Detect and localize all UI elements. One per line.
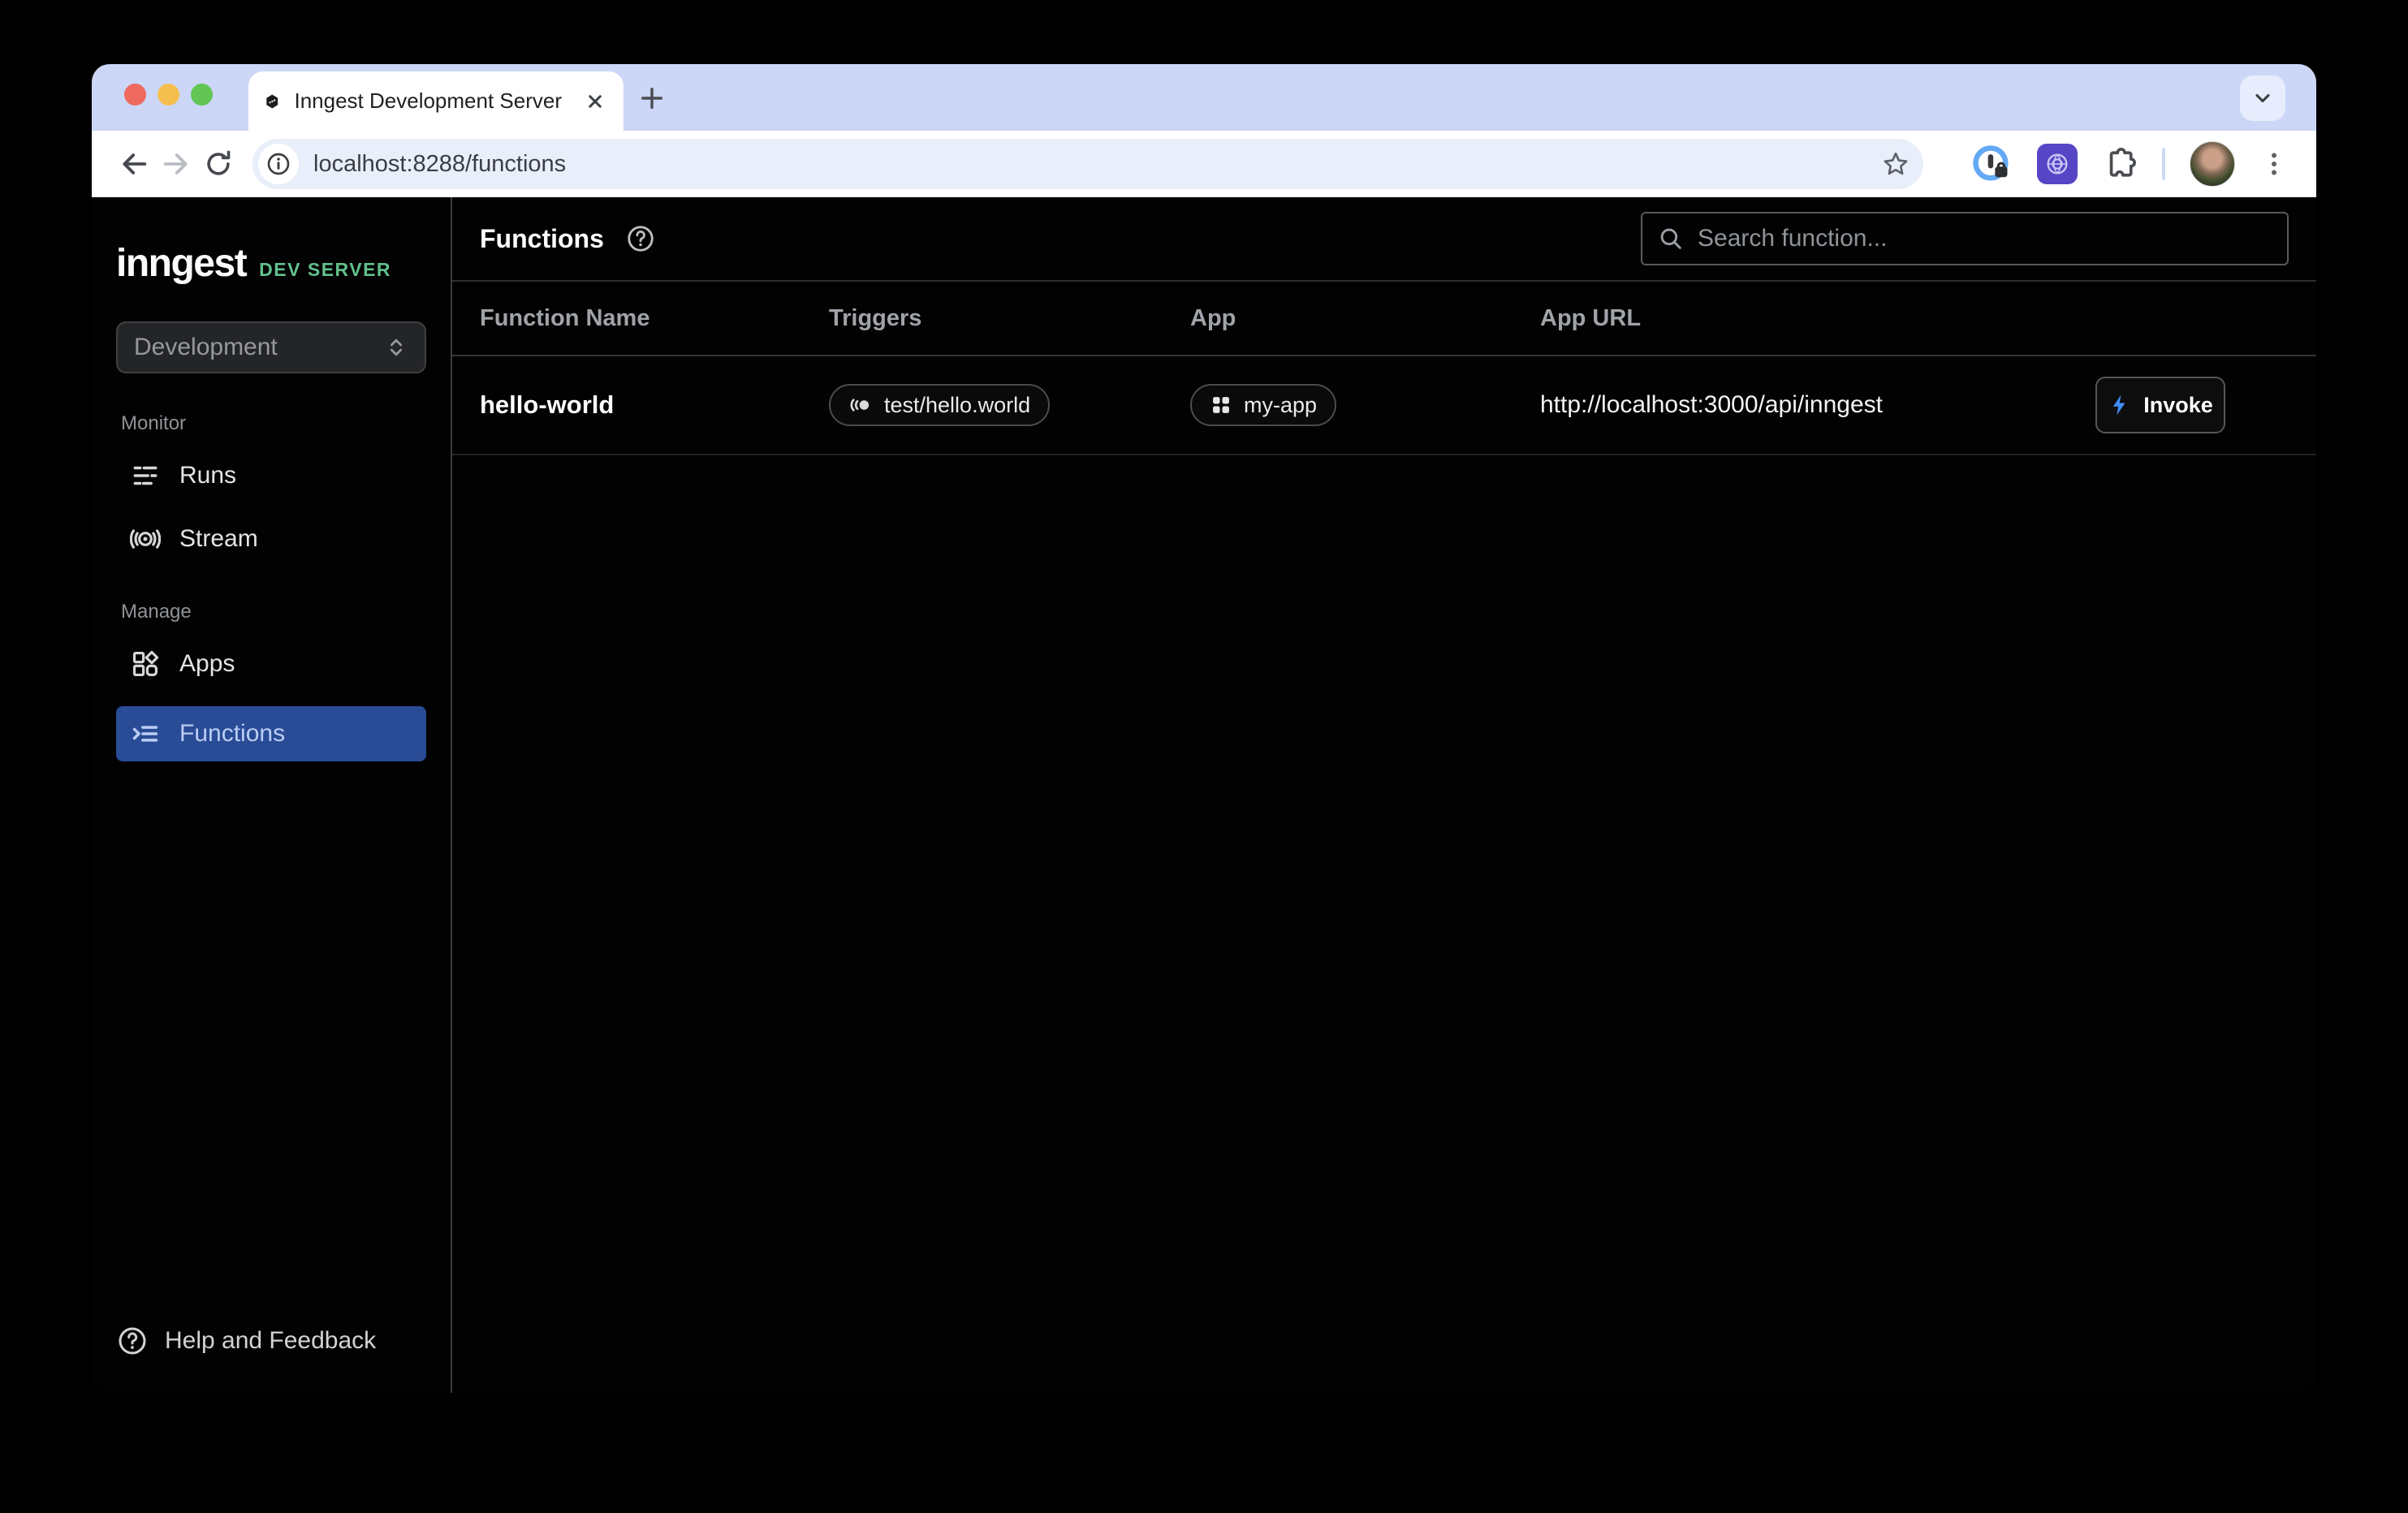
sidebar-item-label: Apps <box>179 650 235 678</box>
function-name-cell[interactable]: hello-world <box>480 390 829 420</box>
reload-button[interactable] <box>197 143 240 185</box>
column-triggers: Triggers <box>829 305 1190 332</box>
triggers-cell: test/hello.world <box>829 384 1190 426</box>
sidebar-item-label: Stream <box>179 525 258 553</box>
environment-selector[interactable]: Development <box>116 321 426 373</box>
functions-icon <box>129 718 162 749</box>
sidebar-item-runs[interactable]: Runs <box>116 453 426 498</box>
runs-icon <box>129 460 162 491</box>
trigger-badge-label: test/hello.world <box>884 393 1030 418</box>
toolbar-extensions <box>1970 141 2295 187</box>
password-manager-extension-icon[interactable] <box>1970 143 2013 185</box>
environment-selector-value: Development <box>134 334 278 361</box>
tab-title: Inngest Development Server <box>294 88 562 114</box>
toolbar-separator <box>2162 148 2165 180</box>
close-window-button[interactable] <box>124 84 146 106</box>
event-trigger-icon <box>848 393 873 417</box>
app-badge-label: my-app <box>1244 393 1317 418</box>
app-url-cell: http://localhost:3000/api/inngest <box>1540 391 2095 419</box>
page-title: Functions <box>480 224 604 254</box>
sidebar: inngest DEV SERVER Development Monitor R… <box>92 197 452 1393</box>
sidebar-item-functions[interactable]: Functions <box>116 706 426 761</box>
invoke-button[interactable]: Invoke <box>2095 377 2225 433</box>
invoke-button-label: Invoke <box>2143 393 2213 418</box>
minimize-window-button[interactable] <box>158 84 179 106</box>
help-icon <box>116 1325 149 1357</box>
apps-icon <box>129 649 162 679</box>
browser-toolbar: localhost:8288/functions <box>92 131 2316 197</box>
main-content: Functions Function Name Triggers App App… <box>452 197 2316 1393</box>
address-bar[interactable]: localhost:8288/functions <box>252 139 1923 189</box>
table-header: Function Name Triggers App App URL <box>452 282 2316 356</box>
inngest-wordmark: inngest <box>116 241 246 286</box>
browser-tab[interactable]: Inngest Development Server <box>248 71 624 131</box>
search-function-box[interactable] <box>1641 212 2289 265</box>
new-tab-button[interactable] <box>634 80 670 116</box>
search-input[interactable] <box>1698 225 2272 252</box>
app-cell: my-app <box>1190 384 1540 426</box>
column-app: App <box>1190 305 1540 332</box>
help-and-feedback-label: Help and Feedback <box>165 1327 376 1355</box>
bookmark-star-icon[interactable] <box>1881 149 1910 179</box>
sidebar-item-stream[interactable]: Stream <box>116 516 426 562</box>
sidebar-section-manage: Manage <box>116 601 426 623</box>
inngest-favicon-icon <box>265 84 279 119</box>
window-controls <box>124 84 213 106</box>
profile-avatar[interactable] <box>2190 141 2235 187</box>
forward-button[interactable] <box>155 143 197 185</box>
sidebar-item-label: Runs <box>179 462 236 489</box>
purple-extension-icon[interactable] <box>2037 144 2078 184</box>
inngest-dev-server-page: inngest DEV SERVER Development Monitor R… <box>92 197 2316 1393</box>
sidebar-item-label: Functions <box>179 720 285 748</box>
tab-strip: Inngest Development Server <box>92 64 2316 131</box>
extensions-puzzle-icon[interactable] <box>2102 146 2138 182</box>
logo: inngest DEV SERVER <box>116 241 426 286</box>
browser-menu-dots-icon[interactable] <box>2259 149 2289 179</box>
back-button[interactable] <box>113 143 155 185</box>
browser-window: Inngest Development Server localhost:828… <box>92 64 2316 1393</box>
help-icon[interactable] <box>625 223 656 254</box>
stream-icon <box>129 524 162 554</box>
bolt-icon <box>2108 393 2132 417</box>
url-text: localhost:8288/functions <box>313 151 566 178</box>
tab-close-icon[interactable] <box>583 89 607 114</box>
app-badge[interactable]: my-app <box>1190 384 1336 426</box>
main-header: Functions <box>452 197 2316 282</box>
trigger-badge[interactable]: test/hello.world <box>829 384 1050 426</box>
column-app-url: App URL <box>1540 305 2289 332</box>
search-icon <box>1657 225 1685 252</box>
site-info-icon[interactable] <box>258 144 299 184</box>
zoom-window-button[interactable] <box>191 84 213 106</box>
app-grid-icon <box>1210 394 1232 416</box>
tab-search-chevron-button[interactable] <box>2240 75 2285 121</box>
dev-server-badge: DEV SERVER <box>259 259 391 281</box>
sidebar-section-monitor: Monitor <box>116 412 426 435</box>
sidebar-item-apps[interactable]: Apps <box>116 641 426 687</box>
chevron-updown-icon <box>384 335 408 360</box>
table-row[interactable]: hello-world test/hello.world my-ap <box>452 356 2316 455</box>
help-and-feedback[interactable]: Help and Feedback <box>116 1325 376 1357</box>
column-function-name: Function Name <box>480 305 829 332</box>
